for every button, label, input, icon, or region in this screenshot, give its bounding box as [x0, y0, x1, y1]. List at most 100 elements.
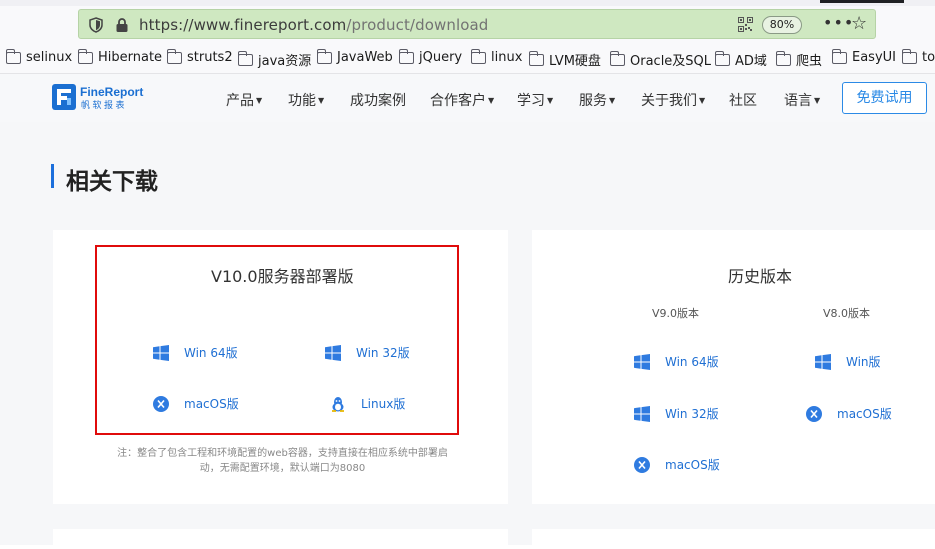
bookmark-label: EasyUI — [852, 50, 896, 65]
caret-down-icon: ▼ — [699, 96, 706, 105]
download-macos[interactable]: macOS版 — [153, 395, 239, 412]
download-v9-macos[interactable]: macOS版 — [634, 456, 720, 473]
folder-icon — [166, 48, 182, 64]
bookmark-folder[interactable]: to — [901, 48, 935, 65]
url-text[interactable]: https://www.finereport.com/product/downl… — [139, 16, 488, 34]
v9-column-heading: V9.0版本 — [652, 307, 700, 320]
bookmark-star-icon[interactable]: ☆ — [851, 13, 867, 34]
download-label: macOS版 — [184, 397, 239, 411]
bookmark-folder[interactable]: 爬虫 — [775, 50, 822, 69]
nav-label: 语言 — [784, 93, 812, 109]
download-label: Win 32版 — [665, 407, 719, 421]
free-trial-button[interactable]: 免费试用 — [842, 82, 927, 114]
bookmark-label: java资源 — [258, 54, 312, 69]
section-title: 相关下载 — [66, 169, 158, 195]
bookmark-label: JavaWeb — [337, 50, 393, 65]
bookmark-label: to — [922, 50, 935, 65]
macos-icon — [153, 395, 169, 412]
finereport-logo[interactable]: FineReport 帆软报表 — [52, 84, 144, 112]
bookmark-label: LVM硬盘 — [549, 54, 601, 69]
macos-icon — [806, 405, 822, 422]
nav-service[interactable]: 服务 ▼ — [579, 90, 615, 110]
nav-label: 服务 — [579, 93, 607, 109]
server-download-card: V10.0服务器部署版 Win 64版 Win 32版 macOS版 Linux… — [53, 230, 508, 504]
more-actions-icon[interactable]: ••• — [823, 13, 854, 32]
folder-icon — [714, 50, 730, 66]
bookmark-label: struts2 — [187, 50, 233, 65]
lower-card-left — [53, 529, 508, 549]
qr-code-icon[interactable] — [738, 17, 753, 32]
bookmark-folder[interactable]: LVM硬盘 — [528, 50, 601, 69]
download-linux[interactable]: Linux版 — [330, 395, 405, 412]
download-win64[interactable]: Win 64版 — [153, 344, 238, 361]
nav-language[interactable]: 语言 ▼ — [784, 90, 820, 110]
main-content: 相关下载 V10.0服务器部署版 Win 64版 Win 32版 macOS版 … — [0, 122, 935, 549]
nav-community[interactable]: 社区 — [729, 90, 757, 110]
lower-card-right — [532, 529, 935, 549]
bookmark-folder[interactable]: EasyUI — [831, 48, 896, 65]
nav-learn[interactable]: 学习 ▼ — [517, 90, 553, 110]
section-accent-bar — [51, 164, 54, 188]
nav-about[interactable]: 关于我们 ▼ — [641, 90, 705, 110]
bookmark-label: selinux — [26, 50, 73, 65]
nav-label: 社区 — [729, 93, 757, 109]
bookmark-folder[interactable]: struts2 — [166, 48, 233, 65]
nav-product[interactable]: 产品 ▼ — [226, 90, 262, 110]
folder-icon — [470, 48, 486, 64]
folder-icon — [609, 50, 625, 66]
download-v8-win[interactable]: Win版 — [815, 353, 881, 370]
caret-down-icon: ▼ — [488, 96, 495, 105]
caret-down-icon: ▼ — [547, 96, 554, 105]
folder-icon — [901, 48, 917, 64]
bookmark-folder[interactable]: linux — [470, 48, 522, 65]
shield-icon[interactable] — [89, 17, 103, 33]
lock-icon[interactable] — [115, 17, 129, 33]
folder-icon — [316, 48, 332, 64]
bookmark-label: jQuery — [419, 50, 463, 65]
caret-down-icon: ▼ — [814, 96, 821, 105]
bookmark-folder[interactable]: Oracle及SQL — [609, 50, 712, 69]
bookmark-folder[interactable]: jQuery — [398, 48, 463, 65]
bookmark-folder[interactable]: Hibernate — [77, 48, 162, 65]
bookmark-folder[interactable]: selinux — [5, 48, 73, 65]
nav-label: 学习 — [517, 93, 545, 109]
bookmark-folder[interactable]: java资源 — [237, 50, 312, 69]
nav-label: 关于我们 — [641, 93, 697, 109]
url-domain: https://www.finereport.com — [139, 16, 347, 34]
download-v9-win32[interactable]: Win 32版 — [634, 405, 719, 422]
zoom-level-badge[interactable]: 80% — [762, 16, 802, 34]
download-label: Win 64版 — [665, 355, 719, 369]
download-label: Linux版 — [361, 397, 406, 411]
folder-icon — [5, 48, 21, 64]
logo-name: FineReport — [80, 85, 144, 99]
bookmark-folder[interactable]: JavaWeb — [316, 48, 393, 65]
nav-features[interactable]: 功能 ▼ — [288, 90, 324, 110]
nav-cases[interactable]: 成功案例 — [350, 90, 406, 110]
caret-down-icon: ▼ — [256, 96, 263, 105]
caret-down-icon: ▼ — [318, 96, 325, 105]
bookmarks-toolbar: selinux Hibernate struts2 java资源 JavaWeb… — [0, 42, 935, 74]
download-label: Win 32版 — [356, 346, 410, 360]
download-label: Win版 — [846, 355, 881, 369]
url-path: /product/download — [346, 16, 489, 34]
windows-icon — [634, 405, 650, 422]
history-versions-card: 历史版本 V9.0版本 V8.0版本 Win 64版 Win 32版 macOS… — [532, 230, 935, 504]
logo-mark-icon — [52, 84, 76, 110]
server-card-title: V10.0服务器部署版 — [211, 267, 354, 286]
logo-subtitle: 帆软报表 — [81, 101, 128, 111]
nav-label: 产品 — [226, 93, 254, 109]
bookmark-folder[interactable]: AD域 — [714, 50, 767, 69]
download-v9-win64[interactable]: Win 64版 — [634, 353, 719, 370]
download-label: macOS版 — [837, 407, 892, 421]
navigation-toolbar: https://www.finereport.com/product/downl… — [0, 6, 935, 42]
download-v8-macos[interactable]: macOS版 — [806, 405, 892, 422]
download-label: Win 64版 — [184, 346, 238, 360]
address-bar[interactable]: https://www.finereport.com/product/downl… — [78, 9, 876, 39]
macos-icon — [634, 456, 650, 473]
site-header: FineReport 帆软报表 产品 ▼ 功能 ▼ 成功案例 合作客户 ▼ 学习 ▼ 服… — [0, 74, 935, 122]
nav-customers[interactable]: 合作客户 ▼ — [430, 90, 494, 110]
v8-column-heading: V8.0版本 — [823, 307, 871, 320]
folder-icon — [398, 48, 414, 64]
bookmark-label: Oracle及SQL — [630, 54, 712, 69]
download-win32[interactable]: Win 32版 — [325, 344, 410, 361]
